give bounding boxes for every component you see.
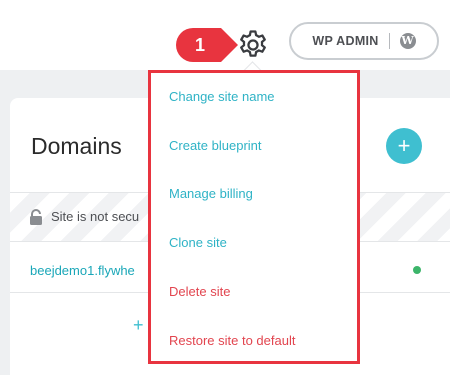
- step-marker-number: 1: [194, 35, 205, 55]
- menu-item-manage-billing[interactable]: Manage billing: [169, 186, 253, 201]
- wp-admin-button[interactable]: WP ADMIN W: [289, 22, 439, 60]
- security-status-text: Site is not secu: [51, 209, 140, 224]
- domain-status-dot: [413, 266, 421, 274]
- menu-item-change-site-name[interactable]: Change site name: [169, 89, 275, 104]
- step-marker: 1: [176, 28, 238, 62]
- domain-link[interactable]: beejdemo1.flywhe: [30, 263, 135, 278]
- menu-item-clone-site[interactable]: Clone site: [169, 235, 227, 250]
- menu-item-create-blueprint[interactable]: Create blueprint: [169, 138, 262, 153]
- divider: [388, 33, 390, 49]
- wp-admin-label: WP ADMIN: [312, 34, 379, 48]
- site-actions-dropdown: [148, 70, 360, 364]
- wordpress-icon: W: [399, 33, 416, 49]
- add-domain-button[interactable]: +: [386, 128, 422, 164]
- card-title: Domains: [31, 133, 122, 159]
- menu-item-delete-site[interactable]: Delete site: [169, 284, 230, 299]
- lock-icon: [29, 209, 43, 230]
- gear-icon[interactable]: [236, 28, 270, 62]
- add-domain-link[interactable]: +: [133, 315, 144, 336]
- menu-item-restore-site[interactable]: Restore site to default: [169, 333, 295, 348]
